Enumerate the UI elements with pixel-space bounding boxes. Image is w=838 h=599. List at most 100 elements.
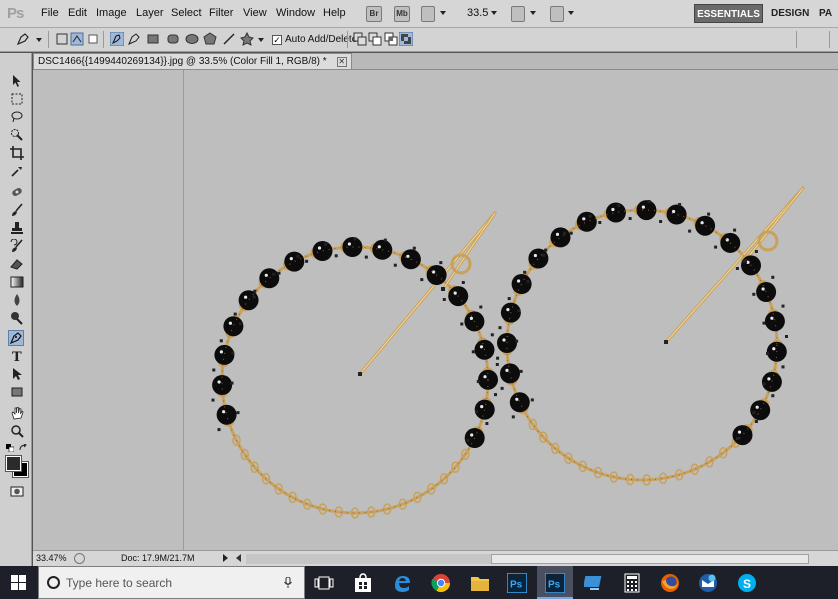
exclude-overlap-icon[interactable] [399, 32, 413, 46]
foreground-color-swatch[interactable] [5, 455, 22, 472]
menu-image[interactable]: Image [96, 7, 127, 19]
pen-icon[interactable] [110, 32, 124, 46]
bridge-button[interactable]: Br [366, 6, 382, 22]
status-zoom[interactable]: 33.47% [36, 553, 67, 563]
chevron-down-icon[interactable] [491, 11, 497, 15]
status-menu-arrow-icon[interactable] [223, 554, 228, 562]
view-extras-button[interactable] [421, 6, 435, 22]
chrome-icon[interactable] [430, 572, 452, 594]
remote-desktop-icon[interactable] [583, 572, 605, 594]
path-selection-tool[interactable] [9, 366, 25, 382]
photoshop-taskbar-icon[interactable]: Ps [506, 572, 528, 594]
menu-select[interactable]: Select [171, 7, 202, 19]
horizontal-scrollbar[interactable] [246, 554, 809, 564]
close-icon[interactable]: ✕ [336, 56, 347, 67]
rectangle-icon[interactable] [146, 32, 160, 46]
mini-bridge-button[interactable]: Mb [394, 6, 410, 22]
edge-icon[interactable] [391, 572, 413, 594]
document-tab[interactable]: DSC1466{{1499440269134}}.jpg @ 33.5% (Co… [33, 53, 352, 69]
chevron-down-icon[interactable] [530, 11, 536, 15]
bead [312, 241, 333, 261]
photoshop-active-icon[interactable]: Ps [537, 566, 573, 599]
menu-window[interactable]: Window [276, 7, 315, 19]
zoom-tool[interactable] [9, 423, 25, 439]
microphone-icon[interactable] [284, 577, 292, 589]
auto-add-delete-option[interactable]: ✓ Auto Add/Delete [272, 34, 357, 45]
hand-tool[interactable] [9, 405, 25, 421]
menu-filter[interactable]: Filter [209, 7, 233, 19]
eraser-tool[interactable] [9, 256, 25, 272]
bead-highlight [761, 287, 765, 291]
scroll-left-arrow-icon[interactable] [236, 554, 241, 562]
gradient-tool[interactable] [9, 274, 25, 290]
marquee-tool[interactable] [9, 91, 25, 107]
bead [509, 392, 530, 413]
dodge-tool[interactable] [9, 310, 25, 326]
file-explorer-icon[interactable] [469, 572, 491, 594]
status-info-icon[interactable] [74, 553, 85, 564]
menu-help[interactable]: Help [323, 7, 346, 19]
anchor-point [617, 204, 621, 207]
windows-start-icon[interactable] [11, 575, 26, 590]
menu-layer[interactable]: Layer [136, 7, 164, 19]
combine-shape-icon[interactable] [353, 32, 367, 46]
chevron-down-icon[interactable] [36, 38, 42, 42]
history-brush-tool[interactable] [9, 238, 25, 254]
custom-shape-icon[interactable] [240, 32, 254, 46]
quick-mask-button[interactable] [9, 483, 25, 499]
store-icon[interactable] [352, 572, 374, 594]
swap-colors-icon[interactable] [19, 443, 28, 451]
line-icon[interactable] [222, 32, 236, 46]
canvas[interactable] [33, 70, 838, 552]
menu-view[interactable]: View [243, 7, 267, 19]
checkbox-checked-icon[interactable]: ✓ [272, 34, 282, 45]
chevron-down-icon[interactable] [440, 11, 446, 15]
intersect-shape-icon[interactable] [384, 32, 398, 46]
chevron-down-icon[interactable] [258, 38, 264, 42]
freeform-pen-icon[interactable] [127, 32, 141, 46]
lasso-tool[interactable] [9, 109, 25, 125]
brush-tool[interactable] [9, 202, 25, 218]
calculator-icon[interactable] [621, 572, 643, 594]
pen-tool[interactable] [8, 330, 24, 346]
blur-tool[interactable] [9, 292, 25, 308]
anchor-point [252, 295, 256, 299]
anchor-point [441, 287, 445, 291]
rounded-rectangle-icon[interactable] [166, 32, 180, 46]
spot-healing-tool[interactable] [9, 184, 25, 200]
scrollbar-thumb[interactable] [491, 554, 809, 564]
crop-tool[interactable] [9, 145, 25, 161]
screen-mode-button[interactable] [550, 6, 564, 22]
lasso-icon [11, 111, 23, 123]
move-tool[interactable] [9, 73, 25, 89]
taskbar-search-box[interactable]: Type here to search [38, 566, 305, 599]
task-view-icon[interactable] [313, 572, 335, 594]
anchor-point [230, 381, 234, 385]
default-colors-icon[interactable] [6, 443, 15, 453]
polygon-icon[interactable] [203, 32, 217, 46]
shape-layers-icon[interactable] [55, 32, 69, 46]
paths-mode-icon[interactable] [70, 32, 84, 46]
bead [550, 227, 571, 248]
workspace-essentials[interactable]: ESSENTIALS [694, 4, 763, 23]
subtract-shape-icon[interactable] [368, 32, 382, 46]
outlook-icon[interactable] [697, 572, 719, 594]
clone-stamp-tool[interactable] [9, 220, 25, 236]
shape-tool[interactable] [9, 384, 25, 400]
workspace-more[interactable]: PA [819, 8, 832, 19]
arrange-documents-button[interactable] [511, 6, 525, 22]
ellipse-icon[interactable] [185, 32, 199, 46]
quick-selection-tool[interactable] [9, 127, 25, 143]
workspace-design[interactable]: DESIGN [771, 8, 809, 19]
menu-edit[interactable]: Edit [68, 7, 87, 19]
skype-icon[interactable]: S [736, 572, 758, 594]
fill-pixels-icon[interactable] [86, 32, 100, 46]
type-tool[interactable]: T [9, 348, 25, 364]
zoom-level[interactable]: 33.5 [467, 7, 488, 19]
eyedropper-tool[interactable] [9, 163, 25, 179]
chevron-down-icon[interactable] [568, 11, 574, 15]
firefox-icon[interactable] [659, 572, 681, 594]
menu-file[interactable]: File [41, 7, 59, 19]
anchor-point [707, 212, 711, 216]
pen-tool-preset-icon[interactable] [16, 32, 30, 46]
